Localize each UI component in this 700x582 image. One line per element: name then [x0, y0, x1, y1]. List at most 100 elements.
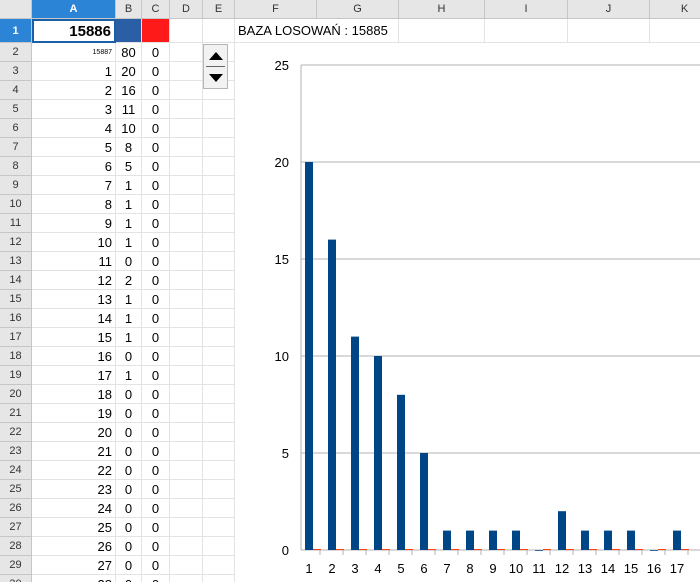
cell-c25[interactable]: 0	[142, 480, 170, 499]
cell-a12[interactable]: 10	[32, 233, 116, 252]
cell-c3[interactable]: 0	[142, 62, 170, 81]
row-header[interactable]: 30	[0, 575, 32, 582]
column-header-e[interactable]: E	[203, 0, 235, 19]
cell-c19[interactable]: 0	[142, 366, 170, 385]
cell-d2[interactable]	[170, 43, 203, 62]
cell-e1[interactable]	[203, 19, 235, 43]
cell-c18[interactable]: 0	[142, 347, 170, 366]
cell-d16[interactable]	[170, 309, 203, 328]
cell-c22[interactable]: 0	[142, 423, 170, 442]
cell-d22[interactable]	[170, 423, 203, 442]
cell-d18[interactable]	[170, 347, 203, 366]
cell-a17[interactable]: 15	[32, 328, 116, 347]
cell-a23[interactable]: 21	[32, 442, 116, 461]
cell-e8[interactable]	[203, 157, 235, 176]
cell-c27[interactable]: 0	[142, 518, 170, 537]
cell-e17[interactable]	[203, 328, 235, 347]
cell-c26[interactable]: 0	[142, 499, 170, 518]
cell-a6[interactable]: 4	[32, 119, 116, 138]
row-header[interactable]: 28	[0, 537, 32, 556]
cell-e30[interactable]	[203, 575, 235, 582]
cell-b4[interactable]: 16	[116, 81, 142, 100]
row-header[interactable]: 23	[0, 442, 32, 461]
cell-a14[interactable]: 12	[32, 271, 116, 290]
row-header[interactable]: 12	[0, 233, 32, 252]
cell-a1[interactable]: 15886	[32, 19, 116, 43]
row-header[interactable]: 29	[0, 556, 32, 575]
row-header[interactable]: 22	[0, 423, 32, 442]
cell-d21[interactable]	[170, 404, 203, 423]
row-header[interactable]: 25	[0, 480, 32, 499]
cell-e20[interactable]	[203, 385, 235, 404]
cell-b2[interactable]: 80	[116, 43, 142, 62]
cell-b27[interactable]: 0	[116, 518, 142, 537]
select-all-corner[interactable]	[0, 0, 32, 19]
cell-d23[interactable]	[170, 442, 203, 461]
cell-b25[interactable]: 0	[116, 480, 142, 499]
cell-b22[interactable]: 0	[116, 423, 142, 442]
cell-b14[interactable]: 2	[116, 271, 142, 290]
cell-c10[interactable]: 0	[142, 195, 170, 214]
cell-b30[interactable]: 0	[116, 575, 142, 582]
cell-a29[interactable]: 27	[32, 556, 116, 575]
row-header[interactable]: 5	[0, 100, 32, 119]
cell-a4[interactable]: 2	[32, 81, 116, 100]
cell-a15[interactable]: 13	[32, 290, 116, 309]
cell-a25[interactable]: 23	[32, 480, 116, 499]
row-header[interactable]: 15	[0, 290, 32, 309]
row-header[interactable]: 3	[0, 62, 32, 81]
cell-e27[interactable]	[203, 518, 235, 537]
spreadsheet[interactable]: ABCDEFGHIJK 1 2 3 4 5 6 7 8 9 10 11 12 13 14 15 16 17 18 1…	[0, 0, 700, 582]
cell-a22[interactable]: 20	[32, 423, 116, 442]
row-header[interactable]: 1	[0, 19, 32, 43]
cell-d15[interactable]	[170, 290, 203, 309]
cell-d27[interactable]	[170, 518, 203, 537]
cell-d12[interactable]	[170, 233, 203, 252]
cell-c15[interactable]: 0	[142, 290, 170, 309]
cell-c16[interactable]: 0	[142, 309, 170, 328]
cell-b18[interactable]: 0	[116, 347, 142, 366]
cell-b19[interactable]: 1	[116, 366, 142, 385]
cell-a11[interactable]: 9	[32, 214, 116, 233]
cell-e10[interactable]	[203, 195, 235, 214]
cell-e5[interactable]	[203, 100, 235, 119]
cell-c30[interactable]: 0	[142, 575, 170, 582]
cell-b26[interactable]: 0	[116, 499, 142, 518]
cell-c21[interactable]: 0	[142, 404, 170, 423]
cell-a3[interactable]: 1	[32, 62, 116, 81]
cell-i1[interactable]	[485, 19, 568, 43]
cell-a30[interactable]: 28	[32, 575, 116, 582]
cell-a20[interactable]: 18	[32, 385, 116, 404]
cell-c17[interactable]: 0	[142, 328, 170, 347]
column-header-a[interactable]: A	[32, 0, 116, 19]
row-header[interactable]: 2	[0, 43, 32, 62]
row-header[interactable]: 20	[0, 385, 32, 404]
cell-e21[interactable]	[203, 404, 235, 423]
cell-b24[interactable]: 0	[116, 461, 142, 480]
column-header-b[interactable]: B	[116, 0, 142, 19]
cell-e26[interactable]	[203, 499, 235, 518]
cell-e11[interactable]	[203, 214, 235, 233]
cell-b21[interactable]: 0	[116, 404, 142, 423]
cell-d30[interactable]	[170, 575, 203, 582]
cell-b20[interactable]: 0	[116, 385, 142, 404]
cell-j1[interactable]	[568, 19, 650, 43]
spin-up-button[interactable]	[204, 45, 227, 66]
cell-c14[interactable]: 0	[142, 271, 170, 290]
cell-d24[interactable]	[170, 461, 203, 480]
cell-e15[interactable]	[203, 290, 235, 309]
cell-c29[interactable]: 0	[142, 556, 170, 575]
column-header-j[interactable]: J	[568, 0, 650, 19]
cell-d9[interactable]	[170, 176, 203, 195]
cell-a24[interactable]: 22	[32, 461, 116, 480]
cell-e22[interactable]	[203, 423, 235, 442]
cell-d4[interactable]	[170, 81, 203, 100]
cell-d20[interactable]	[170, 385, 203, 404]
cell-b12[interactable]: 1	[116, 233, 142, 252]
cell-c4[interactable]: 0	[142, 81, 170, 100]
cell-a7[interactable]: 5	[32, 138, 116, 157]
row-header[interactable]: 27	[0, 518, 32, 537]
row-header[interactable]: 4	[0, 81, 32, 100]
cell-b11[interactable]: 1	[116, 214, 142, 233]
cell-d28[interactable]	[170, 537, 203, 556]
